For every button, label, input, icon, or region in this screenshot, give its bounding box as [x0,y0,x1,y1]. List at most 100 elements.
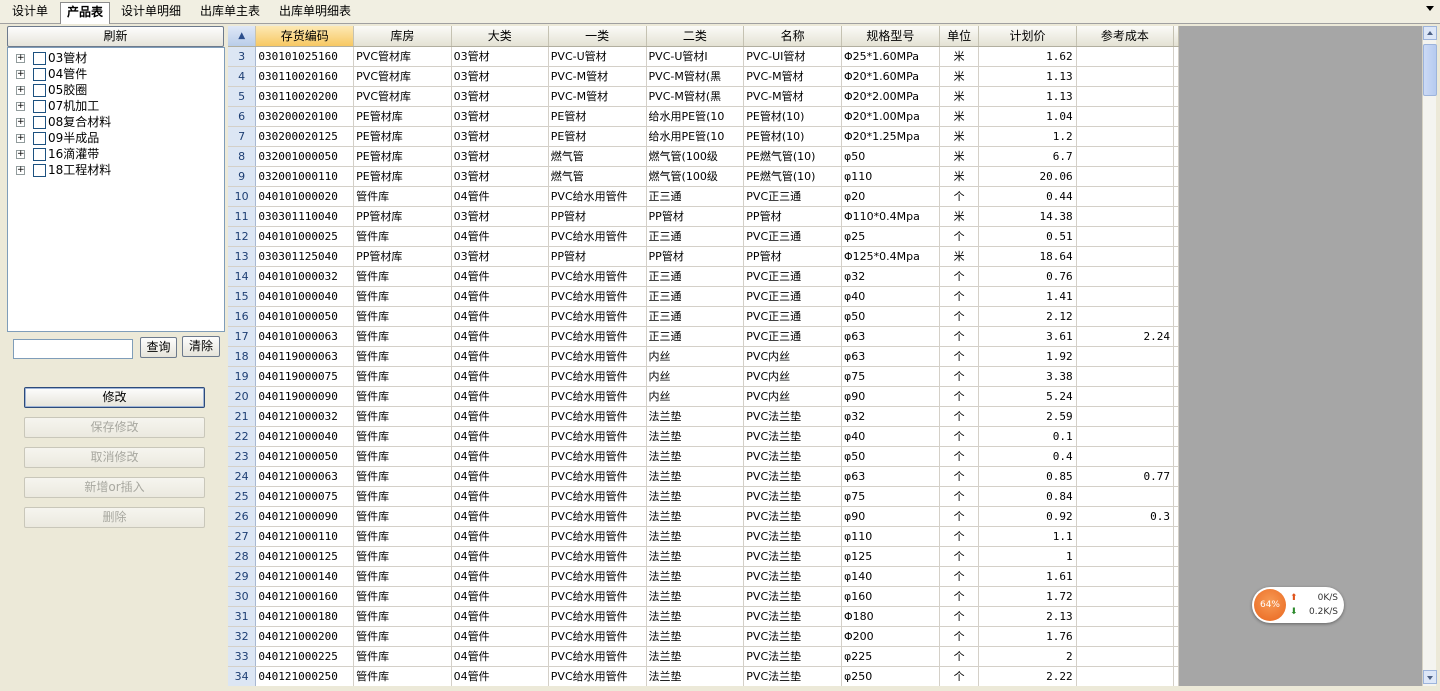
cell-unit[interactable]: 个 [939,186,980,207]
cell-store[interactable]: 管件库 [353,346,452,367]
cell-cost[interactable] [1076,166,1175,187]
cell-price[interactable]: 0.85 [978,466,1077,487]
scroll-up-button[interactable] [1423,26,1437,40]
cell-code[interactable]: 040101000063 [255,326,355,347]
cell-code[interactable]: 040121000090 [255,506,355,527]
cell-cost[interactable] [1076,566,1175,587]
cell-price[interactable]: 20.06 [978,166,1077,187]
row-number[interactable]: 12 [228,226,257,247]
cell-spec[interactable]: φ110 [841,166,940,187]
cell-code[interactable]: 040121000032 [255,406,355,427]
cell-name[interactable]: PVC法兰垫 [743,506,842,527]
expand-plus-icon[interactable]: + [16,86,25,95]
column-header[interactable]: 参考成本 [1076,26,1175,47]
cell-c1[interactable]: PVC给水用管件 [548,546,647,567]
table-row[interactable]: 32 040121000200 管件库 04管件 PVC给水用管件 法兰垫 PVC法兰垫 Φ2… [228,626,1179,647]
cell-cost[interactable] [1076,86,1175,107]
cell-price[interactable]: 1.61 [978,566,1077,587]
clear-button[interactable]: 清除 [182,336,220,357]
cell-c1[interactable]: PVC给水用管件 [548,446,647,467]
table-row[interactable]: 22 040121000040 管件库 04管件 PVC给水用管件 法兰垫 PVC法兰垫 φ4… [228,426,1179,447]
cell-code[interactable]: 030200020100 [255,106,355,127]
row-number[interactable]: 6 [228,106,257,127]
cell-spec[interactable]: φ50 [841,306,940,327]
cell-cost[interactable] [1076,606,1175,627]
cell-cat[interactable]: 04管件 [451,366,549,387]
cell-spec[interactable]: φ25 [841,226,940,247]
cell-name[interactable]: PVC-M管材 [743,86,842,107]
column-header[interactable]: 大类 [451,26,549,47]
cell-c2[interactable]: 燃气管(100级 [646,166,745,187]
cell-spec[interactable]: φ250 [841,666,940,686]
query-button[interactable]: 查询 [140,337,177,358]
row-number[interactable]: 20 [228,386,257,407]
table-row[interactable]: 21 040121000032 管件库 04管件 PVC给水用管件 法兰垫 PVC法兰垫 φ3… [228,406,1179,427]
cell-code[interactable]: 030200020125 [255,126,355,147]
expand-plus-icon[interactable]: + [16,102,25,111]
table-row[interactable]: 11 030301110040 PP管材库 03管材 PP管材 PP管材 PP管材 Φ110*… [228,206,1179,227]
row-number[interactable]: 34 [228,666,257,686]
tree-checkbox[interactable] [33,164,46,177]
cell-cost[interactable] [1076,146,1175,167]
cell-price[interactable]: 1.2 [978,126,1077,147]
cell-unit[interactable]: 米 [939,166,980,187]
cell-code[interactable]: 030301110040 [255,206,355,227]
cell-c2[interactable]: PVC-M管材(黑 [646,66,745,87]
cell-cost[interactable] [1076,66,1175,87]
table-row[interactable]: 9 032001000110 PE管材库 03管材 燃气管 燃气管(100级 PE燃气管(1… [228,166,1179,187]
cell-spec[interactable]: φ20 [841,186,940,207]
cell-c1[interactable]: PVC给水用管件 [548,606,647,627]
cell-spec[interactable]: Φ20*1.25Mpa [841,126,940,147]
column-header[interactable]: 二类 [646,26,745,47]
row-number[interactable]: 10 [228,186,257,207]
row-number[interactable]: 21 [228,406,257,427]
cell-spec[interactable]: φ125 [841,546,940,567]
cell-price[interactable]: 0.84 [978,486,1077,507]
cell-cat[interactable]: 04管件 [451,586,549,607]
tree-checkbox[interactable] [33,84,46,97]
cell-code[interactable]: 040121000140 [255,566,355,587]
cell-store[interactable]: 管件库 [353,386,452,407]
column-header[interactable]: 存货编码 [255,26,355,47]
cell-store[interactable]: 管件库 [353,626,452,647]
cell-name[interactable]: PVC法兰垫 [743,566,842,587]
expand-plus-icon[interactable]: + [16,166,25,175]
cell-cost[interactable] [1076,486,1175,507]
tree-item[interactable]: +09半成品 [8,130,218,146]
tree-item[interactable]: +16滴灌带 [8,146,218,162]
cell-c1[interactable]: PVC给水用管件 [548,226,647,247]
cell-spec[interactable]: φ32 [841,266,940,287]
cell-c1[interactable]: PVC给水用管件 [548,506,647,527]
cell-c2[interactable]: 正三通 [646,266,745,287]
cell-store[interactable]: PE管材库 [353,166,452,187]
cell-unit[interactable]: 个 [939,286,980,307]
cell-unit[interactable]: 个 [939,566,980,587]
tree-checkbox[interactable] [33,68,46,81]
row-number[interactable]: 26 [228,506,257,527]
cell-c2[interactable]: PVC-M管材(黑 [646,86,745,107]
cell-c2[interactable]: 法兰垫 [646,406,745,427]
cell-unit[interactable]: 个 [939,586,980,607]
cell-price[interactable]: 1.92 [978,346,1077,367]
cell-c1[interactable]: PVC给水用管件 [548,286,647,307]
cell-store[interactable]: 管件库 [353,586,452,607]
cell-code[interactable]: 040119000075 [255,366,355,387]
cell-price[interactable]: 2.59 [978,406,1077,427]
cell-cat[interactable]: 03管材 [451,246,549,267]
row-number[interactable]: 7 [228,126,257,147]
cell-spec[interactable]: Φ20*1.00Mpa [841,106,940,127]
cell-store[interactable]: 管件库 [353,226,452,247]
cell-unit[interactable]: 米 [939,206,980,227]
cell-c1[interactable]: PVC给水用管件 [548,386,647,407]
cell-c2[interactable]: PP管材 [646,246,745,267]
cell-price[interactable]: 1.62 [978,46,1077,67]
cell-cat[interactable]: 03管材 [451,126,549,147]
tab-outbound-detail[interactable]: 出库单明细表 [273,2,357,23]
cell-cat[interactable]: 03管材 [451,206,549,227]
table-row[interactable]: 27 040121000110 管件库 04管件 PVC给水用管件 法兰垫 PVC法兰垫 φ1… [228,526,1179,547]
expand-plus-icon[interactable]: + [16,54,25,63]
cell-price[interactable]: 1.13 [978,86,1077,107]
cell-price[interactable]: 6.7 [978,146,1077,167]
expand-plus-icon[interactable]: + [16,118,25,127]
cell-store[interactable]: 管件库 [353,506,452,527]
